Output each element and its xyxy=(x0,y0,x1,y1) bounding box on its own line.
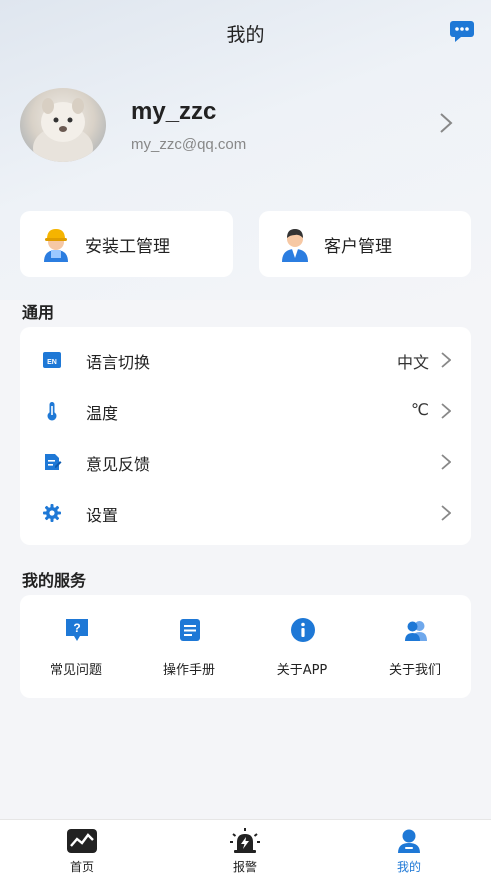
installer-worker-icon xyxy=(44,229,68,262)
installer-management-label: 安装工管理 xyxy=(85,237,170,257)
customer-person-icon xyxy=(282,229,308,262)
user-email: my_zzc@qq.com xyxy=(131,136,247,153)
tab-alarm[interactable]: 报警 xyxy=(185,820,305,877)
feedback-row[interactable]: 意见反馈 xyxy=(20,437,471,488)
gear-icon xyxy=(43,504,61,522)
manual-button[interactable]: 操作手册 xyxy=(133,595,245,698)
question-icon: ? xyxy=(66,619,88,641)
faq-label: 常见问题 xyxy=(49,663,102,678)
home-chart-icon xyxy=(67,829,97,853)
customer-management-label: 客户管理 xyxy=(324,237,392,257)
customer-management-button[interactable]: 客户管理 xyxy=(259,211,471,277)
temperature-unit-value: ℃ xyxy=(411,400,429,419)
profile-card[interactable]: my_zzc my_zzc@qq.com xyxy=(20,88,471,164)
settings-label: 设置 xyxy=(86,506,119,525)
language-value: 中文 xyxy=(396,353,429,372)
message-icon[interactable] xyxy=(449,20,475,42)
tab-home[interactable]: 首页 xyxy=(22,820,142,877)
temperature-label: 温度 xyxy=(86,404,119,423)
about-us-label: 关于我们 xyxy=(388,663,441,678)
faq-button[interactable]: ? 常见问题 xyxy=(20,595,132,698)
info-icon xyxy=(291,618,315,642)
language-switch-row[interactable]: EN 语言切换 中文 xyxy=(20,335,471,386)
temperature-row[interactable]: 温度 ℃ xyxy=(20,386,471,437)
page-title: 我的 xyxy=(226,24,265,46)
bottom-tab-bar: 首页 报警 我的 xyxy=(0,819,491,877)
tab-mine[interactable]: 我的 xyxy=(349,820,469,877)
services-grid: ? 常见问题 操作手册 关于APP 关于我们 xyxy=(20,595,471,698)
chevron-right-icon xyxy=(440,113,453,133)
language-en-icon: EN xyxy=(43,352,61,368)
settings-row[interactable]: 设置 xyxy=(20,488,471,539)
svg-text:?: ? xyxy=(73,621,80,635)
alarm-siren-icon xyxy=(230,828,260,853)
installer-management-button[interactable]: 安装工管理 xyxy=(20,211,233,277)
chevron-right-icon xyxy=(441,505,451,521)
username: my_zzc xyxy=(131,98,217,125)
tab-home-label: 首页 xyxy=(69,860,94,874)
tab-mine-label: 我的 xyxy=(396,860,421,874)
about-app-label: 关于APP xyxy=(276,663,328,678)
svg-text:EN: EN xyxy=(47,359,57,366)
general-settings-list: EN 语言切换 中文 温度 ℃ 意见反馈 设置 xyxy=(20,327,471,545)
chevron-right-icon xyxy=(441,352,451,368)
language-switch-label: 语言切换 xyxy=(86,353,151,372)
tab-alarm-label: 报警 xyxy=(232,860,257,874)
manual-icon xyxy=(180,619,200,641)
about-us-button[interactable]: 关于我们 xyxy=(359,595,471,698)
top-bar: 我的 xyxy=(0,0,491,64)
chevron-right-icon xyxy=(441,454,451,470)
feedback-label: 意见反馈 xyxy=(86,455,151,474)
chevron-right-icon xyxy=(441,403,451,419)
thermometer-icon xyxy=(47,402,57,421)
general-section-title: 通用 xyxy=(22,303,55,322)
about-app-button[interactable]: 关于APP xyxy=(246,595,358,698)
feedback-edit-icon xyxy=(45,454,62,470)
manual-label: 操作手册 xyxy=(162,663,215,678)
services-section-title: 我的服务 xyxy=(22,571,87,590)
avatar[interactable] xyxy=(20,88,106,162)
users-icon xyxy=(405,621,427,641)
user-icon xyxy=(398,829,420,853)
